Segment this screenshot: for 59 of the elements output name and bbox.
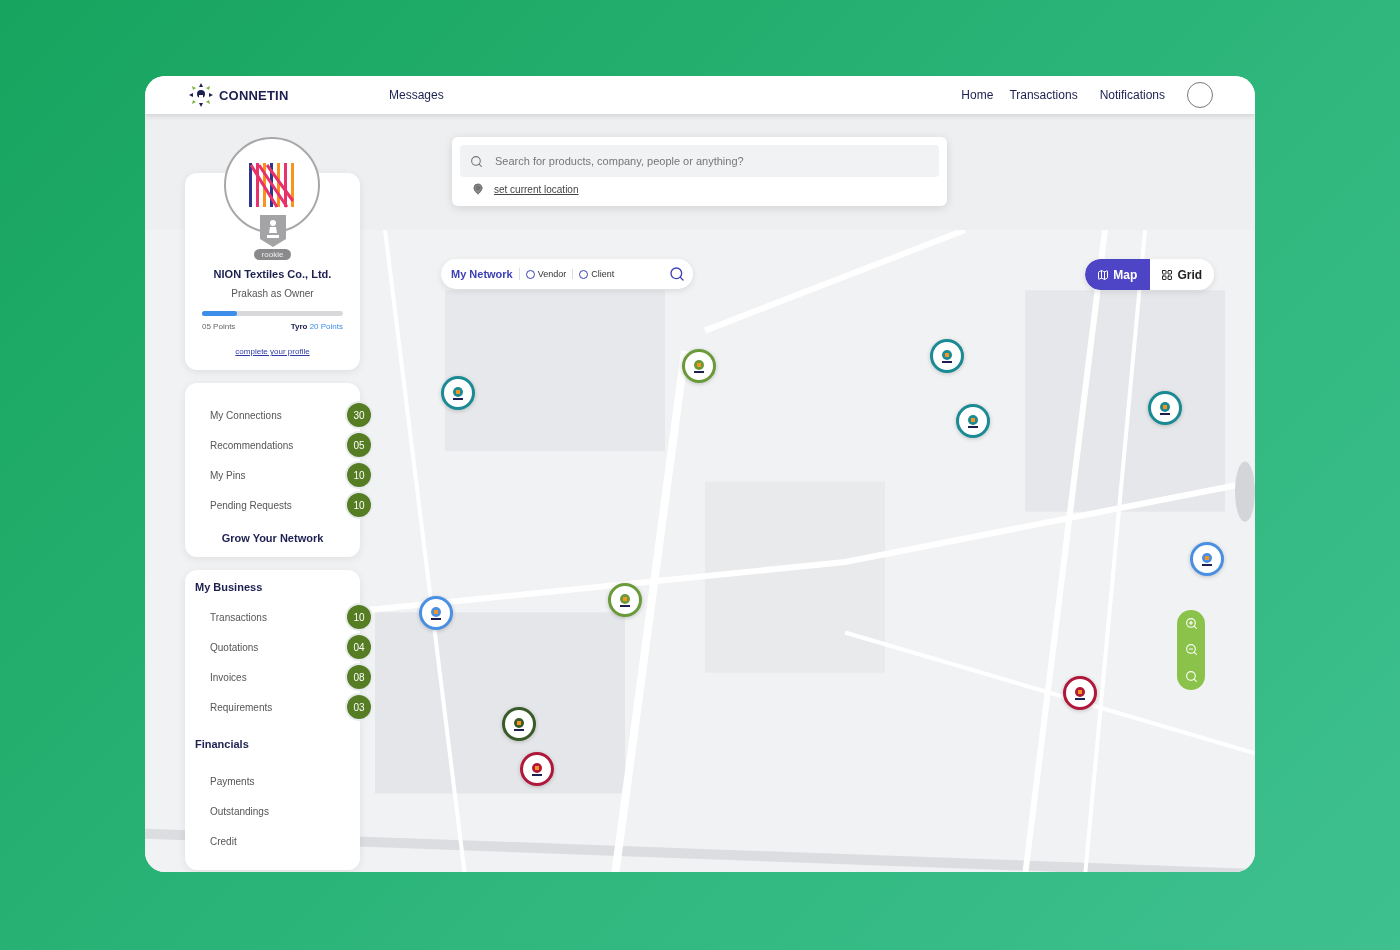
count-badge: 08 [347,665,371,689]
logo-icon [450,385,466,401]
logo-icon [1072,685,1088,701]
nav-link[interactable]: Transactions [1009,88,1078,102]
grid-icon [1161,268,1174,281]
count-badge: 04 [347,635,371,659]
level-label: Tyro 20 Points [290,322,343,331]
count-badge: 05 [347,433,371,457]
menu-item[interactable]: Outstandings [210,805,269,817]
menu-item[interactable]: My Connections [210,409,282,421]
logo-text: CONNETIN [219,87,289,103]
menu-item[interactable]: Invoices [210,671,247,683]
logo-icon [529,761,545,777]
rank-label: rookie [253,249,292,260]
nav-link[interactable]: Notifications [1099,88,1165,102]
nav-link[interactable]: Home [961,88,994,102]
count-badge: 03 [347,695,371,719]
count-badge: 30 [347,403,371,427]
menu-item[interactable]: Credit [210,835,237,847]
section-title: My Business [194,580,264,595]
view-toggle[interactable]: Map [1085,259,1150,290]
menu-item[interactable]: Pending Requests [210,499,292,511]
count-badge: 10 [347,493,371,517]
view-toggle[interactable]: Grid [1149,259,1214,290]
section-title: Financials [194,737,250,752]
nav-link[interactable]: Messages [389,88,444,102]
network-filter[interactable]: My Network [451,268,520,280]
logo-icon [511,716,527,732]
location-pin-icon [472,183,484,195]
search-field[interactable]: Search for products, company, people or anything? [460,145,939,177]
location-link[interactable]: set current location [494,183,579,195]
logo-icon [1199,551,1215,567]
company-name: NION Textiles Co., Ltd. [213,268,332,280]
logo-icon [965,413,981,429]
menu-item[interactable]: Quotations [210,641,259,653]
logo-icon [691,358,707,374]
logo-icon [1157,400,1173,416]
radio-option[interactable]: Client [573,269,621,279]
profile-link[interactable]: complete your profile [235,347,310,356]
menu-item[interactable]: Transactions [210,611,267,623]
radio-option[interactable]: Vendor [519,269,574,279]
map-icon [1097,268,1110,281]
menu-item[interactable]: Recommendations [210,439,294,451]
points-label: 05 Points [202,322,236,331]
count-badge: 10 [347,463,371,487]
count-badge: 10 [347,605,371,629]
menu-item[interactable]: My Pins [210,469,246,481]
logo-icon [939,348,955,364]
logo-icon [428,605,444,621]
menu-item[interactable]: Payments [210,775,255,787]
user-avatar[interactable] [1187,82,1213,108]
grow-network-button[interactable]: Grow Your Network [217,530,328,546]
logo-icon [187,82,215,108]
menu-item[interactable]: Requirements [210,701,273,713]
stripes-logo-icon [247,161,297,209]
search-icon[interactable] [669,266,685,282]
user-role: Prakash as Owner [231,288,314,299]
logo-icon [617,592,633,608]
search-icon [470,155,483,168]
